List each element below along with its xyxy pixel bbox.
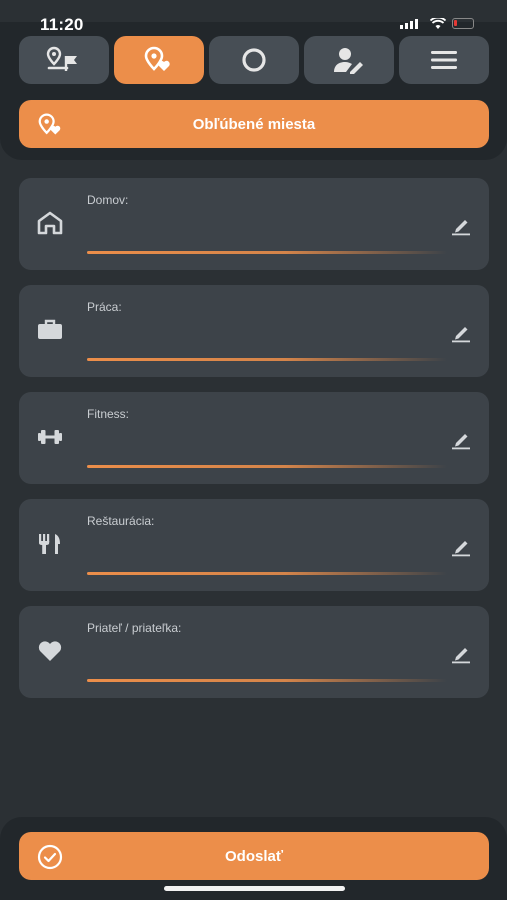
- restaurant-address-field[interactable]: [87, 535, 447, 571]
- home-indicator: [164, 886, 345, 891]
- app-screen: 11:20 Obľúbené miesta Domov: Práca: Fitn…: [0, 0, 507, 900]
- dumbbell-icon: [37, 424, 63, 450]
- battery-icon: [452, 18, 474, 29]
- status-bar: 11:20: [0, 0, 507, 34]
- tab-profile[interactable]: [304, 36, 394, 84]
- place-label-fitness: Fitness:: [87, 407, 130, 421]
- home-icon: [37, 210, 63, 236]
- briefcase-icon: [37, 317, 63, 343]
- input-underline: [87, 465, 447, 468]
- favorite-place-icon: [38, 113, 61, 135]
- input-underline: [87, 572, 447, 575]
- input-underline: [87, 251, 447, 254]
- favorite-place-icon: [144, 46, 170, 71]
- place-card-friend: Priateľ / priateľka:: [19, 606, 489, 698]
- edit-icon[interactable]: [450, 428, 472, 450]
- submit-button[interactable]: Odoslať: [19, 832, 489, 880]
- route-flag-icon: [46, 46, 77, 71]
- place-label-home: Domov:: [87, 193, 129, 207]
- friend-address-field[interactable]: [87, 642, 447, 678]
- hamburger-menu-icon: [431, 51, 457, 69]
- section-title-bar: Obľúbené miesta: [19, 100, 489, 148]
- heart-icon: [37, 638, 63, 664]
- user-edit-icon: [334, 48, 363, 74]
- edit-icon[interactable]: [450, 214, 472, 236]
- fitness-address-field[interactable]: [87, 428, 447, 464]
- edit-icon[interactable]: [450, 535, 472, 557]
- page-title: Obľúbené miesta: [192, 115, 316, 133]
- place-card-restaurant: Reštaurácia:: [19, 499, 489, 591]
- signal-icon: [400, 19, 418, 29]
- submit-label: Odoslať: [224, 847, 284, 865]
- place-label-restaurant: Reštaurácia:: [87, 514, 155, 528]
- top-tab-bar: [19, 36, 489, 84]
- input-underline: [87, 358, 447, 361]
- place-card-fitness: Fitness:: [19, 392, 489, 484]
- status-time: 11:20: [40, 15, 84, 34]
- input-underline: [87, 679, 447, 682]
- circle-icon: [242, 48, 266, 72]
- place-card-home: Domov:: [19, 178, 489, 270]
- place-label-friend: Priateľ / priateľka:: [87, 621, 182, 635]
- tab-favorites[interactable]: [114, 36, 204, 84]
- edit-icon[interactable]: [450, 642, 472, 664]
- tab-menu[interactable]: [399, 36, 489, 84]
- tab-route[interactable]: [19, 36, 109, 84]
- work-address-field[interactable]: [87, 321, 447, 357]
- place-card-work: Práca:: [19, 285, 489, 377]
- place-label-work: Práca:: [87, 300, 122, 314]
- wifi-icon: [430, 18, 446, 29]
- edit-icon[interactable]: [450, 321, 472, 343]
- fork-knife-icon: [37, 531, 63, 557]
- favorite-places-list: Domov: Práca: Fitness: Reštaurácia: Pria…: [19, 178, 489, 713]
- check-circle-icon: [37, 844, 63, 870]
- tab-circle[interactable]: [209, 36, 299, 84]
- home-address-field[interactable]: [87, 214, 447, 250]
